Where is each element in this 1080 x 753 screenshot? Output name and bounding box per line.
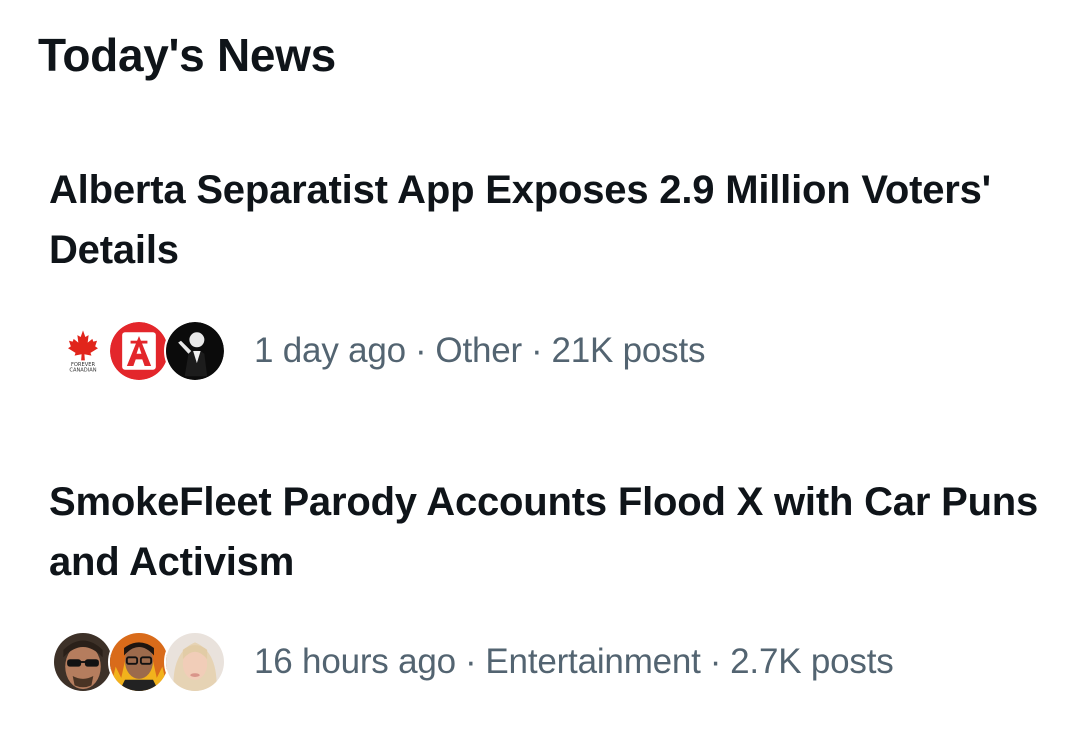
man-with-sunglasses-avatar-icon bbox=[52, 631, 114, 693]
avatar-stack bbox=[52, 630, 228, 694]
story-headline[interactable]: Alberta Separatist App Exposes 2.9 Milli… bbox=[49, 160, 1049, 280]
man-with-glasses-flames-avatar-icon bbox=[108, 631, 170, 693]
story-headline[interactable]: SmokeFleet Parody Accounts Flood X with … bbox=[49, 472, 1049, 592]
news-story[interactable]: SmokeFleet Parody Accounts Flood X with … bbox=[0, 472, 1080, 732]
meta-separator: · bbox=[530, 331, 543, 370]
story-meta: FOREVER CANADIAN 1 day ago · Other · 21K… bbox=[52, 319, 705, 383]
story-post-count: 2.7K posts bbox=[730, 642, 894, 681]
story-meta-text: 16 hours ago · Entertainment · 2.7K posts bbox=[254, 642, 894, 682]
person-silhouette-icon bbox=[164, 320, 226, 382]
meta-separator: · bbox=[414, 331, 427, 370]
story-meta-text: 1 day ago · Other · 21K posts bbox=[254, 331, 705, 371]
meta-separator: · bbox=[464, 642, 477, 681]
svg-text:CANADIAN: CANADIAN bbox=[69, 368, 96, 374]
forever-canadian-logo-icon: FOREVER CANADIAN bbox=[52, 320, 114, 382]
story-post-count: 21K posts bbox=[551, 331, 706, 370]
story-time: 1 day ago bbox=[254, 331, 406, 370]
news-story[interactable]: Alberta Separatist App Exposes 2.9 Milli… bbox=[0, 160, 1080, 420]
avatar-stack: FOREVER CANADIAN bbox=[52, 319, 228, 383]
blonde-woman-avatar-icon bbox=[164, 631, 226, 693]
red-a-logo-icon bbox=[108, 320, 170, 382]
story-time: 16 hours ago bbox=[254, 642, 456, 681]
story-category: Entertainment bbox=[485, 642, 701, 681]
section-title: Today's News bbox=[38, 29, 336, 81]
story-meta: 16 hours ago · Entertainment · 2.7K posts bbox=[52, 630, 894, 694]
meta-separator: · bbox=[709, 642, 722, 681]
story-category: Other bbox=[435, 331, 522, 370]
